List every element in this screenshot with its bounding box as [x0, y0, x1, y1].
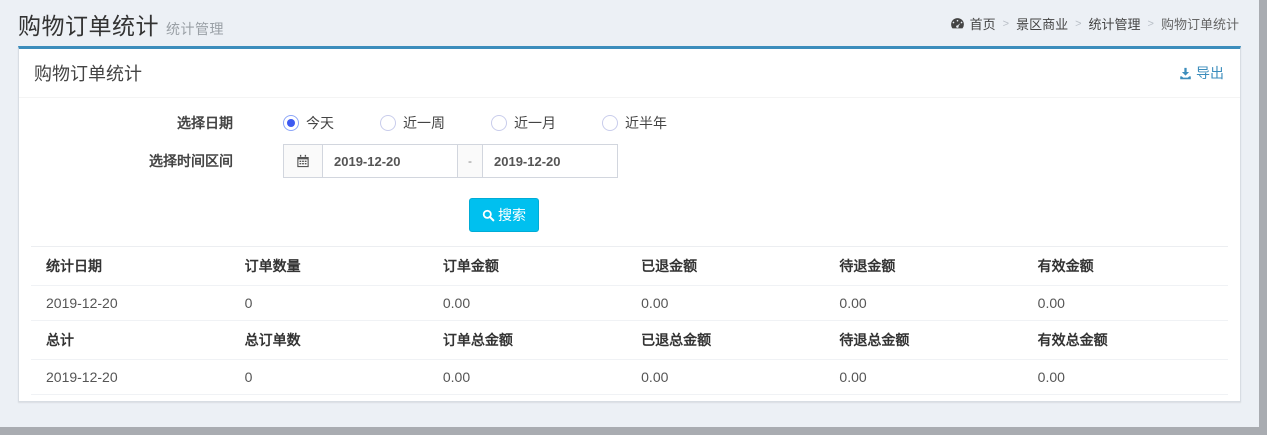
column-header: 总计 — [31, 321, 237, 360]
breadcrumb-home[interactable]: 首页 — [950, 14, 996, 33]
breadcrumb-item-label: 统计管理 — [1089, 14, 1141, 33]
column-header: 已退金额 — [633, 247, 831, 286]
table-row: 2019-12-20 0 0.00 0.00 0.00 0.00 — [31, 360, 1228, 395]
table-cell: 0.00 — [435, 286, 633, 321]
column-header: 订单总金额 — [435, 321, 633, 360]
panel-body: 选择日期 今天 近一周 近一月 — [19, 98, 1240, 401]
breadcrumb-item-scenic-business[interactable]: 景区商业 — [1016, 14, 1068, 33]
order-stats-panel: 购物订单统计 导出 选择日期 今天 近一周 — [18, 46, 1241, 402]
breadcrumb-item-label: 景区商业 — [1016, 14, 1068, 33]
breadcrumb-item-label: 首页 — [970, 14, 996, 33]
column-header: 有效金额 — [1030, 247, 1228, 286]
breadcrumb: 首页 > 景区商业 > 统计管理 > 购物订单统计 — [950, 14, 1239, 33]
radio-icon — [380, 115, 396, 131]
column-header: 待退总金额 — [831, 321, 1029, 360]
table-cell: 0.00 — [435, 360, 633, 395]
radio-label: 近一月 — [514, 113, 556, 133]
date-range-separator: - — [457, 144, 483, 178]
column-header: 订单数量 — [237, 247, 435, 286]
radio-last-month[interactable]: 近一月 — [491, 113, 556, 133]
export-button[interactable]: 导出 — [1179, 63, 1224, 83]
table-header-row-total: 总计 总订单数 订单总金额 已退总金额 待退总金额 有效总金额 — [31, 321, 1228, 360]
download-icon — [1179, 67, 1192, 80]
content-header: 购物订单统计统计管理 首页 > 景区商业 > 统计管理 > 购物订单统计 — [0, 0, 1259, 44]
panel-title: 购物订单统计 — [34, 60, 142, 86]
column-header: 总订单数 — [237, 321, 435, 360]
date-to-input[interactable] — [482, 144, 618, 178]
breadcrumb-separator: > — [1075, 18, 1081, 30]
table-cell: 0.00 — [633, 286, 831, 321]
column-header: 订单金额 — [435, 247, 633, 286]
radio-icon — [602, 115, 618, 131]
search-button[interactable]: 搜索 — [469, 198, 539, 232]
table-header-row-daily: 统计日期 订单数量 订单金额 已退金额 待退金额 有效金额 — [31, 247, 1228, 286]
date-preset-label: 选择日期 — [31, 113, 233, 133]
table-cell: 0.00 — [1030, 360, 1228, 395]
table-cell: 0.00 — [831, 286, 1029, 321]
table-cell: 2019-12-20 — [31, 360, 237, 395]
breadcrumb-item-current: 购物订单统计 — [1161, 14, 1239, 33]
radio-icon — [283, 115, 299, 131]
stats-table: 统计日期 订单数量 订单金额 已退金额 待退金额 有效金额 2019-12-20… — [31, 246, 1228, 395]
table-cell: 0.00 — [1030, 286, 1228, 321]
date-range-label: 选择时间区间 — [31, 151, 233, 171]
table-cell: 0.00 — [633, 360, 831, 395]
export-label: 导出 — [1196, 63, 1224, 83]
table-cell: 0 — [237, 360, 435, 395]
breadcrumb-item-label: 购物订单统计 — [1161, 14, 1239, 33]
date-preset-radios: 今天 近一周 近一月 近半年 — [283, 113, 667, 133]
page-title: 购物订单统计统计管理 — [18, 7, 224, 41]
breadcrumb-separator: > — [1148, 18, 1154, 30]
dashboard-icon — [950, 16, 965, 31]
table-cell: 0.00 — [831, 360, 1029, 395]
radio-label: 近一周 — [403, 113, 445, 133]
date-range-input-group: - — [283, 144, 618, 178]
date-preset-row: 选择日期 今天 近一周 近一月 — [31, 113, 1228, 133]
calendar-icon — [296, 154, 310, 168]
search-icon — [482, 209, 495, 222]
radio-today[interactable]: 今天 — [283, 113, 334, 133]
radio-label: 近半年 — [625, 113, 667, 133]
column-header: 统计日期 — [31, 247, 237, 286]
table-cell: 2019-12-20 — [31, 286, 237, 321]
table-cell: 0 — [237, 286, 435, 321]
search-label: 搜索 — [498, 205, 526, 225]
page: 购物订单统计统计管理 首页 > 景区商业 > 统计管理 > 购物订单统计 购物订… — [0, 0, 1267, 435]
date-from-input[interactable] — [322, 144, 458, 178]
breadcrumb-item-stats-management[interactable]: 统计管理 — [1089, 14, 1141, 33]
date-range-row: 选择时间区间 - — [31, 144, 1228, 178]
column-header: 已退总金额 — [633, 321, 831, 360]
column-header: 待退金额 — [831, 247, 1029, 286]
radio-last-week[interactable]: 近一周 — [380, 113, 445, 133]
radio-icon — [491, 115, 507, 131]
calendar-addon — [283, 144, 323, 178]
radio-last-half-year[interactable]: 近半年 — [602, 113, 667, 133]
breadcrumb-separator: > — [1003, 18, 1009, 30]
page-subtitle: 统计管理 — [166, 21, 224, 37]
page-title-text: 购物订单统计 — [18, 13, 159, 39]
radio-label: 今天 — [306, 113, 334, 133]
column-header: 有效总金额 — [1030, 321, 1228, 360]
panel-header: 购物订单统计 导出 — [19, 49, 1240, 98]
table-row: 2019-12-20 0 0.00 0.00 0.00 0.00 — [31, 286, 1228, 321]
search-row: 搜索 — [469, 198, 1228, 232]
